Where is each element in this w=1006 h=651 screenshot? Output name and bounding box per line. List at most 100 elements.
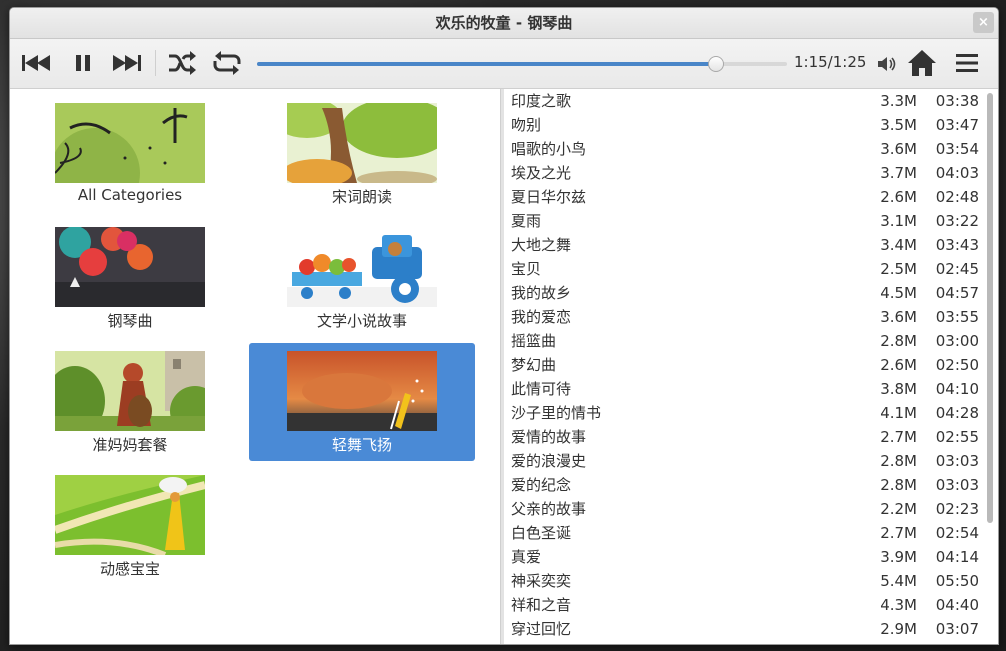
category-label: 宋词朗读: [331, 188, 392, 206]
repeat-button[interactable]: [210, 48, 244, 78]
track-size: 2.8M: [880, 332, 917, 350]
track-title: 神采奕奕: [511, 572, 572, 590]
time-display: 1:15/1:25: [794, 53, 867, 71]
track-size: 3.6M: [880, 140, 917, 158]
track-size: 4.1M: [880, 404, 917, 422]
track-size: 3.1M: [880, 212, 917, 230]
track-size: 2.8M: [880, 476, 917, 494]
track-row[interactable]: 我的故乡 4.5M 04:57: [511, 281, 979, 305]
track-row[interactable]: 宝贝 2.5M 02:45: [511, 257, 979, 281]
seek-slider[interactable]: [257, 56, 787, 72]
category-label: 动感宝宝: [99, 560, 160, 578]
track-duration: 04:57: [935, 284, 979, 302]
track-title: 夏雨: [511, 212, 542, 230]
category-thumbnail: [55, 103, 205, 183]
player-window: 欢乐的牧童 - 钢琴曲 × 1:15/1:25 All Categories 宋…: [9, 7, 999, 645]
track-duration: 03:55: [935, 308, 979, 326]
track-title: 沙子里的情书: [511, 404, 602, 422]
category-thumbnail: [287, 351, 437, 431]
category-tile-piano[interactable]: 钢琴曲: [17, 219, 243, 337]
track-row[interactable]: 神采奕奕 5.4M 05:50: [511, 569, 979, 593]
track-size: 3.6M: [880, 308, 917, 326]
track-row[interactable]: 祥和之音 4.3M 04:40: [511, 593, 979, 617]
category-label: All Categories: [77, 186, 183, 204]
track-size: 2.6M: [880, 356, 917, 374]
category-thumbnail: [55, 351, 205, 431]
track-title: 祥和之音: [511, 596, 572, 614]
shuffle-icon: [169, 51, 196, 75]
toolbar-separator: [155, 50, 156, 76]
pause-button[interactable]: [66, 48, 100, 78]
track-duration: 03:07: [935, 620, 979, 638]
track-duration: 04:40: [935, 596, 979, 614]
track-title: 爱的浪漫史: [511, 452, 587, 470]
menu-button[interactable]: [955, 51, 979, 79]
track-row[interactable]: 吻别 3.5M 03:47: [511, 113, 979, 137]
category-tile-maternity[interactable]: 准妈妈套餐: [17, 343, 243, 461]
category-thumbnail: [287, 103, 437, 183]
close-button[interactable]: ×: [973, 12, 994, 33]
track-duration: 04:14: [935, 548, 979, 566]
repeat-icon: [213, 51, 241, 75]
track-title: 摇篮曲: [511, 332, 557, 350]
track-size: 3.4M: [880, 236, 917, 254]
track-title: 我的爱恋: [511, 308, 572, 326]
track-duration: 02:50: [935, 356, 979, 374]
track-title: 印度之歌: [511, 92, 572, 110]
track-row[interactable]: 爱的浪漫史 2.8M 03:03: [511, 449, 979, 473]
category-tile-songci[interactable]: 宋词朗读: [249, 95, 475, 213]
category-tile-all[interactable]: All Categories: [17, 95, 243, 213]
track-row[interactable]: 印度之歌 3.3M 03:38: [511, 89, 979, 113]
previous-icon: [22, 55, 50, 71]
track-title: 爱情的故事: [511, 428, 587, 446]
track-row[interactable]: 埃及之光 3.7M 04:03: [511, 161, 979, 185]
track-size: 4.3M: [880, 596, 917, 614]
track-title: 宝贝: [511, 260, 542, 278]
track-list-scrollbar[interactable]: [987, 93, 993, 523]
track-size: 2.5M: [880, 260, 917, 278]
track-row[interactable]: 摇篮曲 2.8M 03:00: [511, 329, 979, 353]
track-duration: 04:10: [935, 380, 979, 398]
home-button[interactable]: [907, 49, 937, 81]
track-duration: 04:28: [935, 404, 979, 422]
track-duration: 03:47: [935, 116, 979, 134]
track-duration: 02:54: [935, 524, 979, 542]
seek-progress: [257, 62, 716, 66]
track-title: 此情可待: [511, 380, 572, 398]
category-thumbnail: [55, 227, 205, 307]
category-tile-literature[interactable]: 文学小说故事: [249, 219, 475, 337]
seek-handle[interactable]: [708, 56, 725, 72]
next-icon: [113, 55, 141, 71]
track-row[interactable]: 父亲的故事 2.2M 02:23: [511, 497, 979, 521]
track-row[interactable]: 爱情的故事 2.7M 02:55: [511, 425, 979, 449]
volume-button[interactable]: [877, 55, 897, 77]
track-duration: 03:22: [935, 212, 979, 230]
track-title: 埃及之光: [511, 164, 572, 182]
track-size: 3.5M: [880, 116, 917, 134]
track-row[interactable]: 此情可待 3.8M 04:10: [511, 377, 979, 401]
track-size: 3.8M: [880, 380, 917, 398]
track-row[interactable]: 唱歌的小鸟 3.6M 03:54: [511, 137, 979, 161]
track-row[interactable]: 真爱 3.9M 04:14: [511, 545, 979, 569]
track-row[interactable]: 梦幻曲 2.6M 02:50: [511, 353, 979, 377]
track-title: 唱歌的小鸟: [511, 140, 587, 158]
track-title: 我的故乡: [511, 284, 572, 302]
track-title: 真爱: [511, 548, 542, 566]
track-row[interactable]: 白色圣诞 2.7M 02:54: [511, 521, 979, 545]
category-label: 轻舞飞扬: [331, 436, 392, 454]
track-title: 梦幻曲: [511, 356, 557, 374]
track-row[interactable]: 爱的纪念 2.8M 03:03: [511, 473, 979, 497]
track-duration: 02:23: [935, 500, 979, 518]
next-button[interactable]: [109, 48, 143, 78]
category-tile-baby[interactable]: 动感宝宝: [17, 467, 243, 585]
previous-button[interactable]: [20, 48, 54, 78]
track-row[interactable]: 夏日华尔兹 2.6M 02:48: [511, 185, 979, 209]
category-tile-dance[interactable]: 轻舞飞扬: [249, 343, 475, 461]
track-row[interactable]: 大地之舞 3.4M 03:43: [511, 233, 979, 257]
track-row[interactable]: 夏雨 3.1M 03:22: [511, 209, 979, 233]
track-size: 4.5M: [880, 284, 917, 302]
track-row[interactable]: 穿过回忆 2.9M 03:07: [511, 617, 979, 641]
shuffle-button[interactable]: [165, 48, 199, 78]
track-row[interactable]: 沙子里的情书 4.1M 04:28: [511, 401, 979, 425]
track-row[interactable]: 我的爱恋 3.6M 03:55: [511, 305, 979, 329]
